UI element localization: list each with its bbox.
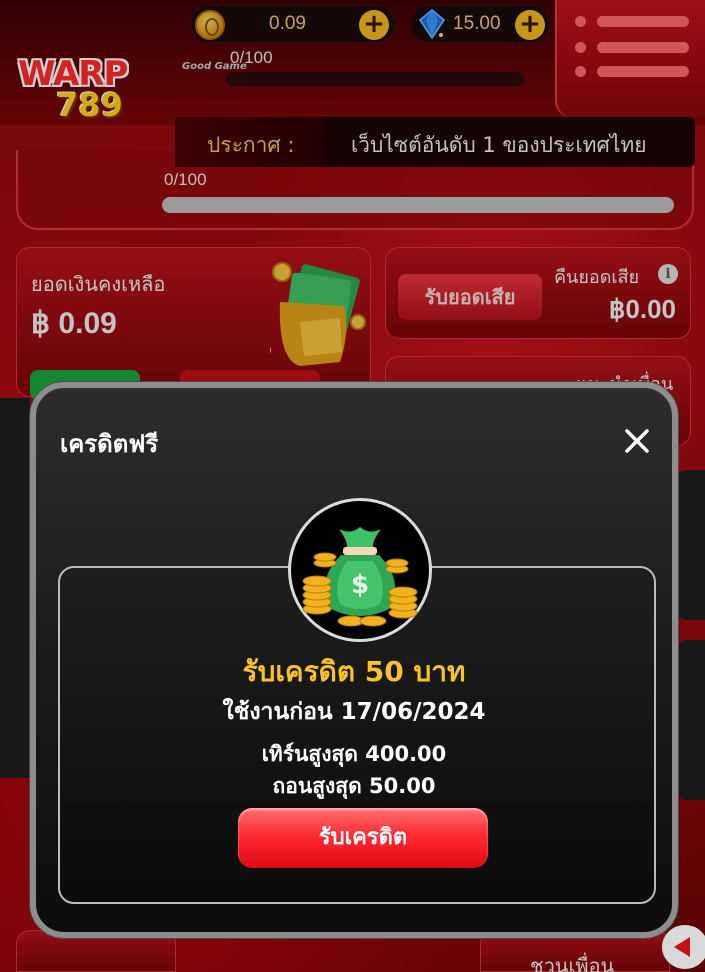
offer-title: รับเครดิต 50 บาท <box>242 655 466 688</box>
offer-max-turnover: เทิร์นสูงสุด 400.00 <box>261 742 447 766</box>
close-icon[interactable] <box>622 426 652 456</box>
collapse-arrow-button[interactable] <box>662 925 705 969</box>
offer-expiry: ใช้งานก่อน 17/06/2024 <box>222 699 486 725</box>
offer-max-withdraw: ถอนสูงสุด 50.00 <box>272 774 436 798</box>
modal-title: เครดิตฟรี <box>60 430 159 458</box>
svg-text:$: $ <box>351 570 369 600</box>
money-bag-icon: $ <box>302 527 418 627</box>
money-bag-badge: $ <box>288 498 432 642</box>
claim-credit-button[interactable]: รับเครดิต <box>238 808 488 868</box>
free-credit-modal: เครดิตฟรี $ รับเครดิต 50 บาท ใช้งานก่อน … <box>30 382 678 938</box>
